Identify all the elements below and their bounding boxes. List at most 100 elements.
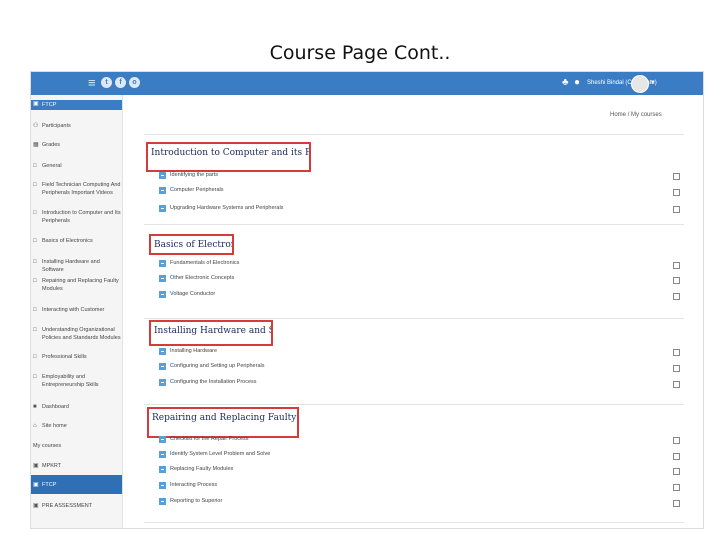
completion-checkbox[interactable] [673, 437, 680, 444]
sidebar-item-label: Interacting with Customer [42, 307, 105, 313]
page-icon [159, 436, 166, 443]
breadcrumb: Home / My courses [610, 112, 662, 118]
graduation-cap-icon: ▣ [33, 482, 39, 488]
completion-checkbox[interactable] [673, 453, 680, 460]
sidebar-item-label: PRE ASSESSMENT [42, 503, 93, 509]
page-icon [159, 482, 166, 489]
sidebar-item-organizational-policies[interactable]: □ Understanding Organizational Policies … [31, 326, 122, 342]
graduation-cap-icon: ▣ [33, 101, 39, 107]
activity-item[interactable]: Other Electronic Concepts [159, 274, 559, 284]
sidebar-item-ftcp-course[interactable]: ▣ FTCP [31, 475, 122, 494]
twitter-icon[interactable]: t [101, 77, 112, 88]
sidebar-item-basics-electronics[interactable]: □ Basics of Electronics [31, 237, 122, 245]
sidebar-item-label: Field Technician Computing And Periphera… [42, 182, 121, 196]
breadcrumb-current[interactable]: My courses [631, 112, 662, 118]
page-icon [159, 187, 166, 194]
activity-item[interactable]: Reporting to Superior [159, 497, 559, 507]
sidebar-item-repairing[interactable]: □ Repairing and Replacing Faulty Modules [31, 277, 122, 293]
slide-title: Course Page Cont.. [269, 42, 451, 64]
activity-item[interactable]: Fundamentals of Electronics [159, 259, 559, 269]
activity-item[interactable]: Configuring and Setting up Peripherals [159, 362, 559, 372]
section-title-basics-electronics[interactable]: Basics of Electronics [149, 234, 234, 255]
breadcrumb-separator: / [627, 112, 630, 118]
completion-checkbox[interactable] [673, 349, 680, 356]
sidebar-item-label: FTCP [42, 102, 57, 108]
activity-item[interactable]: Installing Hardware [159, 347, 559, 357]
completion-checkbox[interactable] [673, 173, 680, 180]
sidebar-item-label: Site home [42, 423, 67, 429]
page-icon [159, 466, 166, 473]
sidebar-item-label: General [42, 163, 62, 169]
sidebar-item-interacting-customer[interactable]: □ Interacting with Customer [31, 306, 122, 314]
dashboard-icon: ■ [33, 404, 37, 410]
sidebar-item-label: Introduction to Computer and Its Periphe… [42, 210, 121, 224]
facebook-icon[interactable]: f [115, 77, 126, 88]
sidebar-item-grades[interactable]: ▦ Grades [31, 141, 122, 149]
section-title-installing-hardware[interactable]: Installing Hardware and Software [149, 320, 273, 346]
completion-checkbox[interactable] [673, 262, 680, 269]
activity-item[interactable]: Replacing Faulty Modules [159, 465, 559, 475]
course-navigation-sidebar: ▣ FTCP ⚇ Participants ▦ Grades □ General… [31, 95, 123, 528]
sidebar-item-ftcp[interactable]: ▣ FTCP [31, 100, 122, 110]
completion-checkbox[interactable] [673, 189, 680, 196]
activity-item[interactable]: Configuring the Installation Process [159, 378, 559, 388]
activity-item[interactable]: Identifying the parts [159, 171, 559, 181]
page-icon [159, 205, 166, 212]
breadcrumb-home-link[interactable]: Home [610, 112, 626, 118]
folder-icon: □ [33, 327, 37, 333]
folder-icon: □ [33, 238, 37, 244]
users-icon: ⚇ [33, 123, 39, 129]
sidebar-item-my-courses[interactable]: My courses [31, 442, 122, 450]
folder-icon: □ [33, 374, 37, 380]
sidebar-item-general[interactable]: □ General [31, 162, 122, 170]
page-icon [159, 498, 166, 505]
user-avatar[interactable] [631, 75, 649, 93]
menu-toggle-icon[interactable]: ≡ [88, 75, 96, 91]
page-icon [159, 379, 166, 386]
sidebar-item-label: Basics of Electronics [42, 238, 93, 244]
folder-icon: □ [33, 182, 37, 188]
activity-item[interactable]: Checklist for the Repair Process [159, 435, 559, 445]
sidebar-item-label: Installing Hardware and Software [42, 259, 100, 273]
user-menu-caret-icon[interactable]: ▾ [651, 78, 655, 86]
folder-icon: □ [33, 307, 37, 313]
activity-item[interactable]: Computer Peripherals [159, 186, 559, 196]
sidebar-item-professional-skills[interactable]: □ Professional Skills [31, 353, 122, 361]
completion-checkbox[interactable] [673, 206, 680, 213]
sidebar-item-pre-assessment[interactable]: ▣ PRE ASSESSMENT [31, 502, 122, 510]
sidebar-item-participants[interactable]: ⚇ Participants [31, 122, 122, 130]
activity-item[interactable]: Voltage Conductor [159, 290, 559, 300]
sidebar-item-label: Employability and Entrepreneurship Skill… [42, 374, 99, 388]
notification-bell-icon[interactable]: ♣ [562, 76, 569, 90]
completion-checkbox[interactable] [673, 500, 680, 507]
completion-checkbox[interactable] [673, 293, 680, 300]
sidebar-item-intro-computer[interactable]: □ Introduction to Computer and Its Perip… [31, 209, 122, 225]
completion-checkbox[interactable] [673, 381, 680, 388]
activity-item[interactable]: Interacting Process [159, 481, 559, 491]
sidebar-item-installing-hardware[interactable]: □ Installing Hardware and Software [31, 258, 122, 274]
completion-checkbox[interactable] [673, 484, 680, 491]
section-title-intro-computer[interactable]: Introduction to Computer and its Periphe… [146, 142, 311, 172]
instagram-icon[interactable]: o [129, 77, 140, 88]
activity-item[interactable]: Upgrading Hardware Systems and Periphera… [159, 204, 559, 214]
home-icon: ⌂ [33, 423, 37, 429]
sidebar-item-label: Understanding Organizational Policies an… [42, 327, 121, 341]
activity-item[interactable]: Identify System Level Problem and Solve [159, 450, 559, 460]
sidebar-item-site-home[interactable]: ⌂ Site home [31, 422, 122, 430]
sidebar-item-label: Repairing and Replacing Faulty Modules [42, 278, 119, 292]
completion-checkbox[interactable] [673, 365, 680, 372]
sidebar-item-dashboard[interactable]: ■ Dashboard [31, 403, 122, 411]
sidebar-item-mpkrt[interactable]: ▣ MPKRT [31, 462, 122, 470]
completion-checkbox[interactable] [673, 277, 680, 284]
sidebar-item-label: Grades [42, 142, 61, 148]
folder-icon: □ [33, 163, 37, 169]
section-divider [144, 404, 684, 405]
page-icon [159, 275, 166, 282]
sidebar-item-important-videos[interactable]: □ Field Technician Computing And Periphe… [31, 181, 122, 197]
sidebar-item-label: MPKRT [42, 463, 62, 469]
sidebar-item-employability[interactable]: □ Employability and Entrepreneurship Ski… [31, 373, 122, 389]
completion-checkbox[interactable] [673, 468, 680, 475]
section-title-repairing[interactable]: Repairing and Replacing Faulty Modules [147, 407, 299, 438]
messages-icon[interactable]: ● [574, 76, 580, 90]
sidebar-item-label: Professional Skills [42, 354, 87, 360]
